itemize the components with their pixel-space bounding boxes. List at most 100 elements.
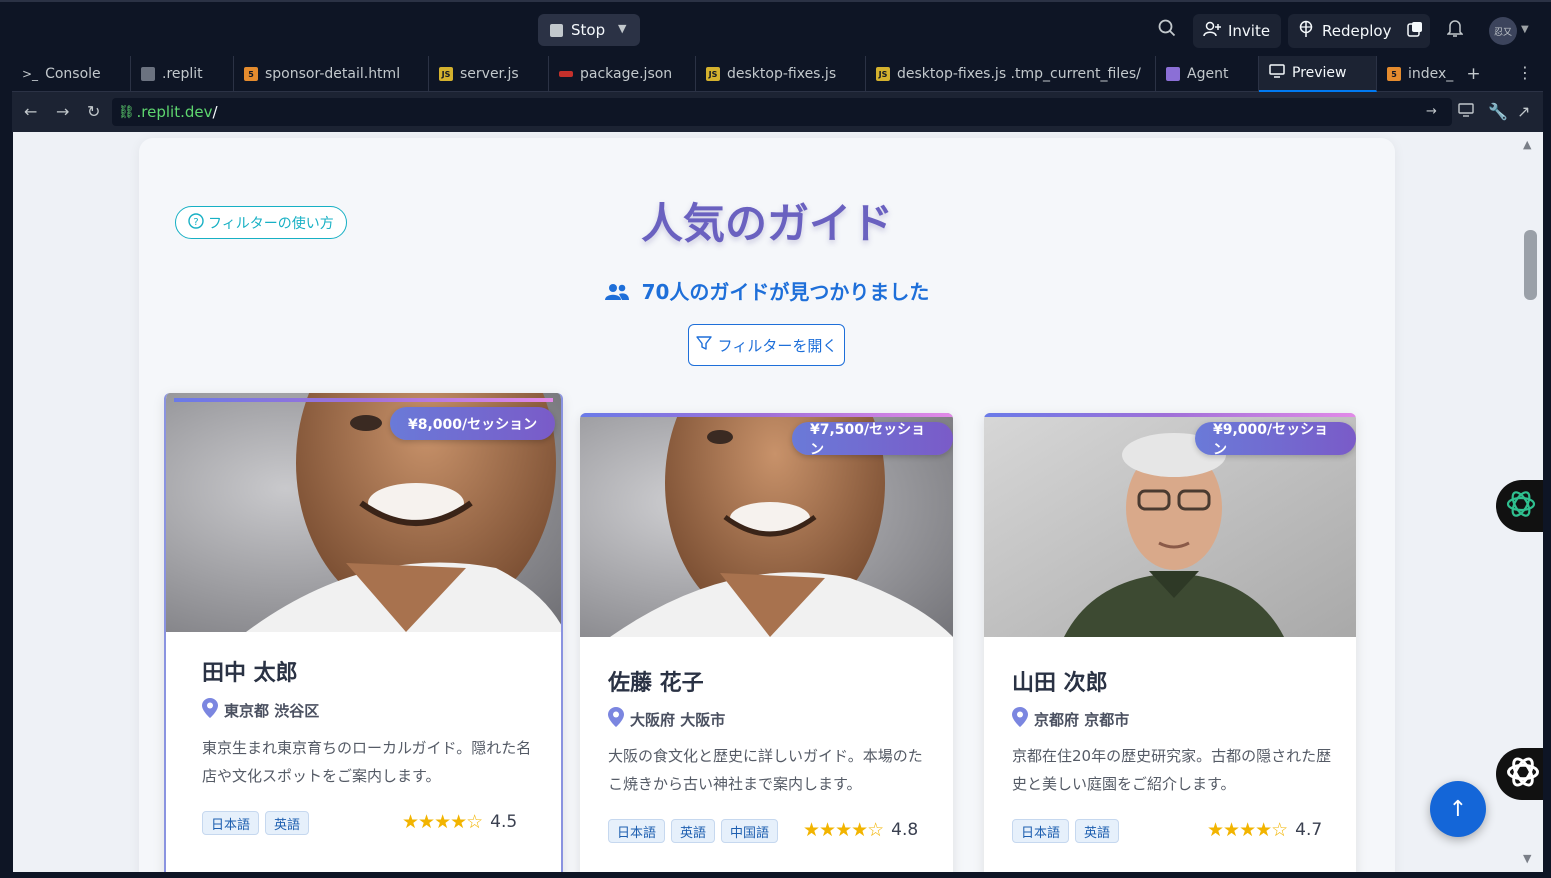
price-badge: ¥9,000/セッション [1195, 422, 1356, 458]
add-tab-icon[interactable]: + [1466, 64, 1480, 84]
page-title: 人気のガイド [640, 199, 893, 248]
language-tag: 英語 [671, 819, 716, 843]
js-icon: JS [706, 67, 720, 81]
npm-icon [559, 71, 573, 77]
tab-label: package.json [580, 66, 673, 82]
tab-desktop-fixes-tmp[interactable]: JS desktop-fixes.js .tmp_current_files/ [866, 56, 1156, 92]
invite-label: Invite [1228, 22, 1271, 40]
guide-location: 京都府 京都市 [1012, 707, 1129, 731]
back-icon[interactable]: ← [24, 102, 37, 121]
tab-sponsor-detail[interactable]: 5 sponsor-detail.html [234, 56, 429, 92]
url-field[interactable]: ⛓ .replit.dev / [112, 98, 1452, 126]
scroll-up-arrow[interactable]: ▲ [1523, 138, 1531, 151]
guide-name: 山田 次郎 [1012, 671, 1108, 696]
chevron-down-icon[interactable]: ▼ [1521, 24, 1529, 35]
result-count: 70人のガイドが見つかりました [139, 276, 1395, 306]
tab-label: index_ [1408, 66, 1454, 82]
guide-description: 大阪の食文化と歴史に詳しいガイド。本場のたこ焼きから古い神社まで案内します。 [608, 747, 923, 793]
star-rating-icon: ★★★★☆ [402, 811, 483, 833]
invite-button[interactable]: Invite [1193, 14, 1281, 48]
search-icon[interactable] [1158, 19, 1176, 42]
replit-icon [141, 67, 155, 81]
result-count-text: 70人のガイドが見つかりました [641, 280, 930, 304]
redeploy-label: Redeploy [1322, 22, 1392, 40]
tab-label: desktop-fixes.js .tmp_current_files/ [897, 66, 1141, 82]
language-tag: 日本語 [1012, 819, 1070, 843]
monitor-icon [1269, 64, 1285, 82]
open-filter-label: フィルターを開く [717, 336, 838, 355]
tab-label: server.js [460, 66, 519, 82]
star-rating-icon: ★★★★☆ [1207, 819, 1288, 841]
price-badge: ¥7,500/セッション [792, 422, 953, 458]
back-to-top-button[interactable]: ↑ [1430, 781, 1486, 837]
guide-name: 佐藤 花子 [608, 671, 704, 696]
guide-name: 田中 太郎 [202, 661, 298, 686]
tab-console[interactable]: >_ Console [12, 56, 131, 92]
language-tags: 日本語 英語 [202, 811, 310, 835]
map-pin-icon [202, 698, 218, 722]
url-domain: .replit.dev [136, 103, 213, 121]
copy-icon[interactable] [1407, 21, 1423, 41]
tab-desktop-fixes[interactable]: JS desktop-fixes.js [696, 56, 866, 92]
guide-rating: ★★★★☆ 4.5 [402, 811, 517, 833]
rating-value: 4.7 [1295, 820, 1323, 840]
open-external-icon[interactable]: ↗ [1517, 102, 1530, 121]
assistant-widget[interactable] [1496, 480, 1543, 532]
deploy-icon [1298, 20, 1314, 42]
openai-icon [1504, 753, 1542, 795]
add-user-icon [1203, 21, 1221, 41]
guide-rating: ★★★★☆ 4.7 [1207, 819, 1322, 841]
bell-icon[interactable] [1446, 19, 1464, 42]
wrench-icon[interactable]: 🔧 [1488, 102, 1508, 121]
rating-value: 4.8 [891, 820, 919, 840]
language-tags: 日本語 英語 中国語 [608, 819, 779, 843]
workspace-header: Stop ▼ Invite Redeploy 忍又 ▼ [0, 0, 1551, 56]
redeploy-button[interactable]: Redeploy [1288, 14, 1430, 48]
guide-location-text: 東京都 渋谷区 [224, 701, 320, 720]
tab-package-json[interactable]: package.json [549, 56, 696, 92]
language-tag: 日本語 [608, 819, 666, 843]
html5-icon: 5 [244, 67, 258, 81]
guide-card[interactable]: ¥8,000/セッション 田中 太郎 東京都 渋谷区 東京生まれ東京育ちのローカ… [164, 393, 563, 872]
avatar[interactable]: 忍又 [1489, 17, 1517, 45]
terminal-icon: >_ [22, 67, 39, 81]
tab-label: sponsor-detail.html [265, 66, 401, 82]
refresh-icon[interactable]: ↻ [87, 102, 100, 121]
chevron-down-icon[interactable]: ▼ [618, 22, 626, 35]
scroll-down-arrow[interactable]: ▼ [1523, 852, 1531, 865]
tab-label: .replit [162, 66, 203, 82]
open-filter-button[interactable]: フィルターを開く [688, 324, 845, 366]
tab-preview[interactable]: Preview [1259, 56, 1377, 92]
card-accent-line [984, 413, 1356, 417]
tab-agent[interactable]: Agent [1156, 56, 1259, 92]
link-icon: ⛓ [118, 104, 135, 120]
devices-icon[interactable] [1458, 102, 1474, 121]
guide-location-text: 京都府 京都市 [1034, 710, 1130, 729]
tab-label: Agent [1187, 66, 1229, 82]
scrollbar-thumb[interactable] [1524, 230, 1537, 300]
forward-icon[interactable]: → [56, 102, 69, 121]
stop-icon [550, 23, 563, 37]
preview-viewport: ? フィルターの使い方 人気のガイド 70人のガイドが見つかりました フィルター… [13, 132, 1543, 872]
tab-label: desktop-fixes.js [727, 66, 837, 82]
tab-label: Preview [1292, 65, 1347, 81]
file-tabs: >_ Console .replit 5 sponsor-detail.html… [12, 56, 1543, 92]
more-vertical-icon[interactable]: ⋮ [1517, 63, 1533, 82]
guide-location: 大阪府 大阪市 [608, 707, 725, 731]
guide-rating: ★★★★☆ 4.8 [803, 819, 918, 841]
card-accent-line [174, 398, 553, 402]
guide-card[interactable]: ¥9,000/セッション 山田 次郎 京都府 京都市 京都在住20年の歴史研究家… [984, 413, 1356, 872]
users-icon [604, 282, 629, 306]
openai-icon [1504, 487, 1538, 525]
guide-card[interactable]: ¥7,500/セッション 佐藤 花子 大阪府 大阪市 大阪の食文化と歴史に詳しい… [580, 413, 953, 872]
language-tag: 英語 [265, 811, 310, 835]
assistant-widget[interactable] [1496, 748, 1543, 800]
tab-replit[interactable]: .replit [131, 56, 234, 92]
guide-location-text: 大阪府 大阪市 [630, 710, 726, 729]
tab-server-js[interactable]: JS server.js [429, 56, 549, 92]
go-icon[interactable]: → [1426, 104, 1437, 119]
filter-icon [695, 335, 712, 355]
rating-value: 4.5 [490, 812, 518, 832]
tab-index[interactable]: 5 index_ + [1377, 56, 1482, 92]
stop-label: Stop [571, 21, 606, 39]
